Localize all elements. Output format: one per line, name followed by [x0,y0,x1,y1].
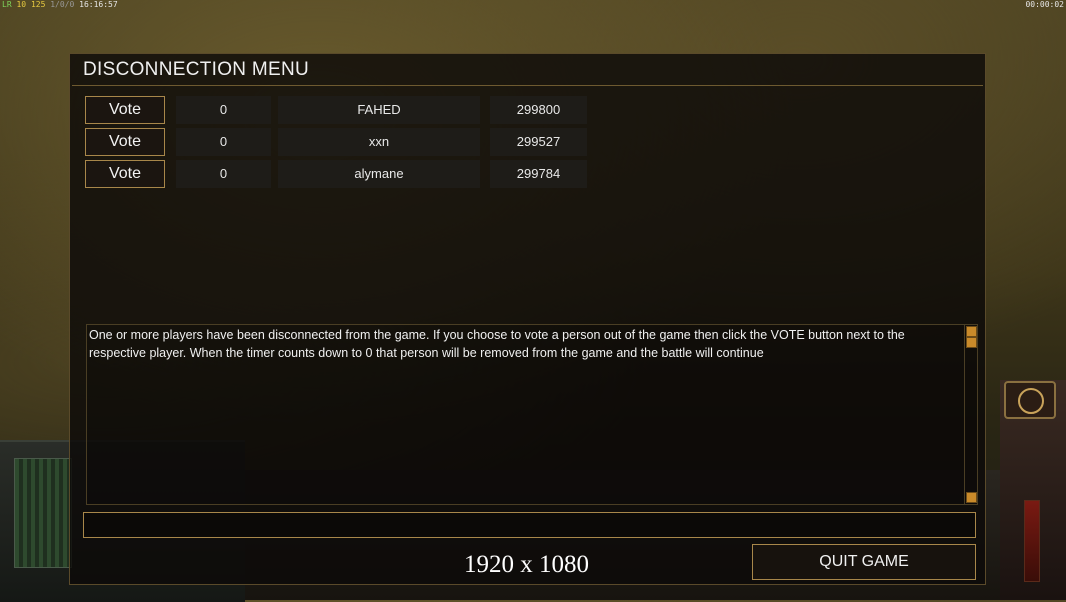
status-prefix: LR [2,0,12,9]
crosshair-icon [1018,388,1044,414]
power-bar [1024,500,1040,582]
message-scrollbar[interactable] [964,325,977,504]
quit-game-button[interactable]: QUIT GAME [752,544,976,580]
status-ping: 125 [30,0,46,9]
disconnect-timer: 299800 [490,96,587,124]
player-name: xxn [278,128,480,156]
message-text: One or more players have been disconnect… [89,328,905,360]
disconnection-dialog: DISCONNECTION MENU Vote 0 FAHED 299800 V… [69,53,986,585]
chat-input[interactable] [83,512,976,538]
vote-button[interactable]: Vote [85,160,165,188]
scroll-down-icon[interactable] [966,492,977,503]
scroll-thumb[interactable] [966,337,977,348]
vote-count: 0 [176,160,271,188]
vote-count: 0 [176,96,271,124]
vote-count: 0 [176,128,271,156]
scroll-up-icon[interactable] [966,326,977,337]
message-box: One or more players have been disconnect… [86,324,978,505]
minimap [14,458,72,568]
status-overlay-left: LR 10 125 1/0/0 16:16:57 [2,0,118,9]
status-dim: 1/0/0 [50,0,75,9]
resolution-caption: 1920 x 1080 [464,551,589,578]
player-name: alymane [278,160,480,188]
status-clock: 16:16:57 [79,0,118,9]
disconnect-timer: 299527 [490,128,587,156]
status-fps: 10 [16,0,27,9]
disconnect-timer: 299784 [490,160,587,188]
vote-button[interactable]: Vote [85,96,165,124]
dialog-title: DISCONNECTION MENU [83,59,310,80]
radar-button[interactable] [1004,381,1056,419]
status-timer-right: 00:00:02 [1025,0,1064,9]
vote-button[interactable]: Vote [85,128,165,156]
title-divider [72,85,983,86]
player-name: FAHED [278,96,480,124]
